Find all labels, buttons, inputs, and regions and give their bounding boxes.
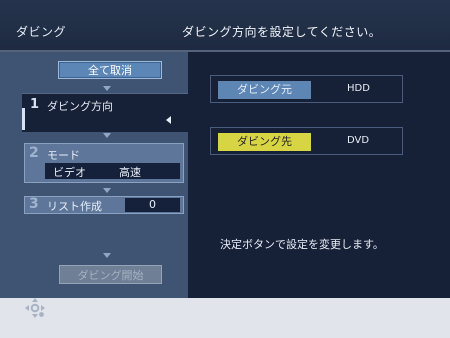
destination-field[interactable]: ダビング先 DVD xyxy=(210,127,403,155)
mode-type: ビデオ xyxy=(53,166,86,179)
step-arrow-icon xyxy=(103,253,111,258)
step2-label: モード xyxy=(47,149,80,162)
hint-text: 決定ボタンで設定を変更します。 xyxy=(220,238,384,251)
step-dubbing-direction[interactable]: 1 ダビング方向 xyxy=(22,93,188,132)
destination-value: DVD xyxy=(347,135,370,146)
instruction-text: ダビング方向を設定してください。 xyxy=(182,25,382,39)
app-title: ダビング xyxy=(16,25,67,39)
step-arrow-icon xyxy=(103,188,111,193)
source-field[interactable]: ダビング元 HDD xyxy=(210,75,403,103)
step-arrow-icon xyxy=(103,133,111,138)
source-value: HDD xyxy=(347,83,370,94)
left-pointer-icon xyxy=(166,116,171,124)
step1-label: ダビング方向 xyxy=(47,100,113,113)
screen: ダビング ダビング方向を設定してください。 全て取消 1 ダビング方向 2 モー… xyxy=(0,0,450,338)
step3-label: リスト作成 xyxy=(47,200,102,213)
step-create-list[interactable]: 3 リスト作成 0 xyxy=(24,196,184,214)
source-label: ダビング元 xyxy=(218,81,311,99)
destination-label: ダビング先 xyxy=(218,133,311,151)
step2-number: 2 xyxy=(29,145,39,161)
directional-pad-icon xyxy=(23,296,47,320)
mode-values: ビデオ 高速 xyxy=(45,163,180,179)
mode-speed: 高速 xyxy=(119,166,141,179)
cancel-all-button[interactable]: 全て取消 xyxy=(58,61,162,79)
list-count: 0 xyxy=(125,198,180,212)
step1-highlight-bar xyxy=(22,108,25,130)
start-dubbing-button[interactable]: ダビング開始 xyxy=(59,265,162,284)
step1-number: 1 xyxy=(30,97,40,112)
title-bar: ダビング ダビング方向を設定してください。 xyxy=(0,0,450,52)
step-arrow-icon xyxy=(103,86,111,91)
step-mode[interactable]: 2 モード ビデオ 高速 xyxy=(24,143,184,183)
bottom-bar xyxy=(0,298,450,338)
step3-number: 3 xyxy=(29,196,39,212)
